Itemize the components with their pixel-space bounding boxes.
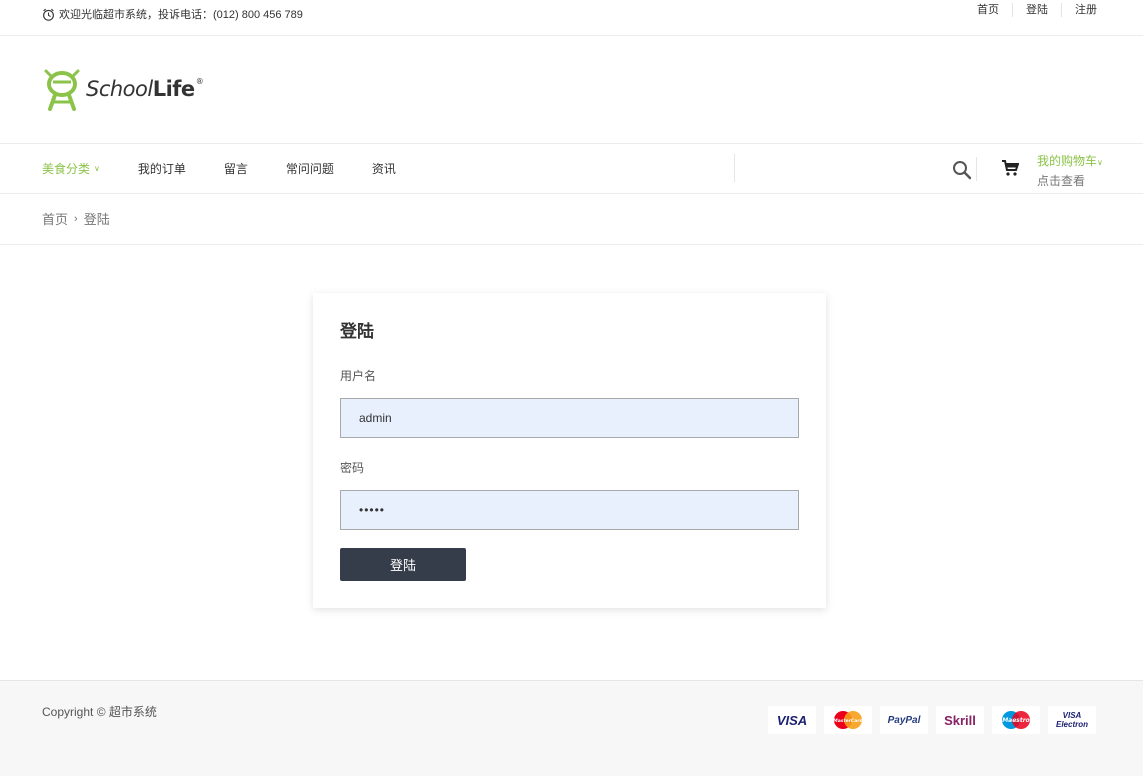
svg-text:Maestro: Maestro xyxy=(1002,717,1030,724)
top-bar: 欢迎光临超市系统，投诉电话：(012) 800 456 789 首页 登陆 注册 xyxy=(0,0,1143,36)
breadcrumb-row: 首页 › 登陆 xyxy=(0,194,1143,245)
top-link-home[interactable]: 首页 xyxy=(964,3,1012,17)
nav-menu: 美食分类 ∨ 我的订单 留言 常问问题 资讯 xyxy=(42,160,434,177)
chevron-right-icon: › xyxy=(74,212,78,225)
nav-item-faq[interactable]: 常问问题 xyxy=(286,160,334,177)
footer: Copyright © 超市系统 VISA MasterCard PayPal … xyxy=(0,680,1143,776)
payment-methods: VISA MasterCard PayPal Skrill Maestro VI… xyxy=(768,706,1096,734)
visa-icon: VISA xyxy=(768,706,816,734)
nav-item-my-orders[interactable]: 我的订单 xyxy=(138,160,186,177)
top-link-register[interactable]: 注册 xyxy=(1061,3,1097,17)
logo-text: SchoolLife® xyxy=(86,77,204,101)
nav-divider xyxy=(734,154,735,182)
cart-dropdown[interactable]: 我的购物车∨ xyxy=(1037,152,1103,169)
breadcrumb-home[interactable]: 首页 xyxy=(42,209,68,228)
password-input[interactable]: ••••• xyxy=(340,490,799,530)
nav-item-news[interactable]: 资讯 xyxy=(372,160,396,177)
svg-text:MasterCard: MasterCard xyxy=(833,718,863,724)
visa-electron-icon: VISA Electron xyxy=(1048,706,1096,734)
site-logo[interactable]: SchoolLife® xyxy=(42,67,204,111)
login-title: 登陆 xyxy=(340,322,374,341)
chevron-down-icon: ∨ xyxy=(1097,158,1103,167)
maestro-icon: Maestro xyxy=(992,706,1040,734)
cart-view-link[interactable]: 点击查看 xyxy=(1037,172,1085,189)
copyright-text: Copyright © 超市系统 xyxy=(42,705,157,719)
breadcrumb: 首页 › 登陆 xyxy=(42,209,110,228)
welcome-text: 欢迎光临超市系统，投诉电话：(012) 800 456 789 xyxy=(59,9,303,21)
breadcrumb-current: 登陆 xyxy=(83,212,110,227)
main-nav: 美食分类 ∨ 我的订单 留言 常问问题 资讯 我的购物车∨ 点击查看 xyxy=(0,144,1143,194)
shopping-cart-icon[interactable] xyxy=(1001,159,1019,177)
login-button[interactable]: 登陆 xyxy=(340,548,466,581)
password-label: 密码 xyxy=(340,461,365,475)
mastercard-icon: MasterCard xyxy=(824,706,872,734)
nav-item-messages[interactable]: 留言 xyxy=(224,160,248,177)
logo-mascot-icon xyxy=(44,69,80,111)
skrill-icon: Skrill xyxy=(936,706,984,734)
nav-item-food-categories[interactable]: 美食分类 ∨ xyxy=(42,160,100,177)
welcome-message: 欢迎光临超市系统，投诉电话：(012) 800 456 789 xyxy=(42,6,303,22)
top-links: 首页 登陆 注册 xyxy=(964,3,1097,17)
chevron-down-icon: ∨ xyxy=(94,164,100,173)
username-label: 用户名 xyxy=(340,369,377,383)
clock-icon xyxy=(43,8,54,21)
top-link-login[interactable]: 登陆 xyxy=(1012,3,1061,17)
paypal-icon: PayPal xyxy=(880,706,928,734)
search-icon[interactable] xyxy=(951,159,973,181)
login-card: 登陆 用户名 admin 密码 ••••• 登陆 xyxy=(313,293,826,608)
cart-divider xyxy=(976,157,977,181)
username-input[interactable]: admin xyxy=(340,398,799,438)
logo-row: SchoolLife® xyxy=(0,36,1143,144)
